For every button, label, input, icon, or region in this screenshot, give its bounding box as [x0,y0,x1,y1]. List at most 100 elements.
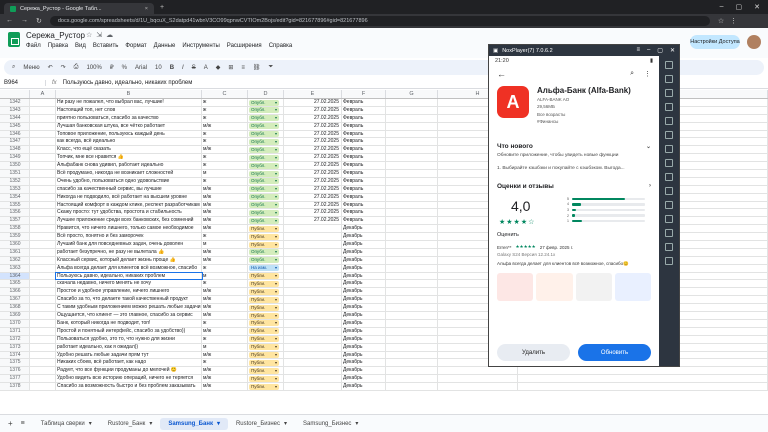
cell[interactable] [386,351,438,359]
borders-icon[interactable]: ⊞ [228,64,233,71]
review-text-cell[interactable]: спасибо за качественный сервис, вы лучши… [56,185,202,193]
month-cell[interactable]: Декабрь [342,225,386,233]
status-chip[interactable]: Опубл. ▾ [249,217,279,224]
review-text-cell[interactable]: Радует, что все функции продуманы до мел… [56,367,202,375]
status-cell[interactable]: Публи. ▾ [248,319,284,327]
cell[interactable] [386,233,438,241]
cell[interactable] [386,241,438,248]
sheet-tab[interactable]: Samsung_Бизнес ▾ [295,418,366,430]
gender-cell[interactable]: м/ж [202,296,248,304]
status-chip[interactable]: Публи. ▾ [249,288,279,295]
bold-icon[interactable]: B [170,65,174,71]
cell[interactable] [30,225,56,233]
row-number[interactable]: 1372 [0,335,30,343]
gender-cell[interactable]: м/ж [202,193,248,201]
move-folder-icon[interactable]: ⇲ [96,31,102,39]
row-number[interactable]: 1355 [0,201,30,209]
row-number[interactable]: 1343 [0,106,30,114]
cell[interactable] [30,241,56,248]
sheet-tab[interactable]: Таблица сверки ▾ [33,418,100,430]
month-cell[interactable]: Февраль [342,114,386,122]
review-text-cell[interactable]: Всё просто, понятно и без заморочек [56,233,202,241]
status-chip[interactable]: Опубл. ▾ [249,257,279,264]
row-number[interactable]: 1344 [0,114,30,122]
status-cell[interactable]: Публи. ▾ [248,241,284,248]
folder-icon[interactable] [665,131,673,139]
review-text-cell[interactable]: скачала недавно, ничего менять не хочу [56,280,202,288]
status-cell[interactable]: Публи. ▾ [248,375,284,383]
cell[interactable] [386,154,438,162]
whats-new-header[interactable]: Что нового ⌄ [489,140,659,152]
cell[interactable] [30,304,56,312]
cell[interactable] [30,248,56,256]
corner-cell[interactable] [0,90,30,98]
gender-cell[interactable]: ж [202,138,248,146]
status-cell[interactable]: Опубл. ▾ [248,122,284,130]
date-cell[interactable] [284,383,342,390]
status-cell[interactable]: Публи. ▾ [248,312,284,319]
column-header[interactable]: F [342,90,386,98]
cell[interactable] [386,114,438,122]
app-category-tag[interactable]: #Финансы [537,119,558,124]
status-cell[interactable]: Публи. ▾ [248,296,284,304]
gender-cell[interactable]: м/ж [202,367,248,375]
status-chip[interactable]: Публи. ▾ [249,383,279,390]
month-cell[interactable]: Декабрь [342,256,386,264]
row-number[interactable]: 1347 [0,138,30,146]
status-chip[interactable]: Публи. ▾ [249,367,279,374]
cell[interactable] [386,122,438,130]
month-cell[interactable]: Декабрь [342,272,386,280]
cell[interactable] [386,217,438,225]
nox-maximize-icon[interactable]: ▢ [657,47,663,54]
cell[interactable] [30,296,56,304]
date-cell[interactable]: 27.02.2025 [284,193,342,201]
status-chip[interactable]: Публи. ▾ [249,352,279,358]
maximize-icon[interactable]: ▢ [736,3,743,11]
date-cell[interactable]: 27.02.2025 [284,122,342,130]
status-chip[interactable]: Опубл. ▾ [249,146,279,153]
status-cell[interactable]: Опубл. ▾ [248,217,284,225]
apk-icon[interactable] [665,117,673,125]
cell[interactable] [30,217,56,225]
star-icon[interactable]: ☆ [86,31,92,39]
url-field[interactable]: docs.google.com/spreadsheets/d/1U_bqcuX_… [49,16,710,26]
status-cell[interactable]: Публи. ▾ [248,367,284,375]
cell[interactable] [386,327,438,335]
align-icon[interactable]: ≡ [241,65,245,71]
menu-dots-icon[interactable]: ⋮ [730,17,737,25]
status-chip[interactable]: Публи. ▾ [249,359,279,366]
nox-minimize-icon[interactable]: – [647,47,650,54]
gender-cell[interactable]: м/ж [202,288,248,296]
column-header[interactable]: G [386,90,438,98]
month-cell[interactable]: Февраль [342,99,386,106]
row-number[interactable]: 1365 [0,280,30,288]
all-sheets-icon[interactable]: ≡ [21,420,33,427]
status-cell[interactable]: Публи. ▾ [248,304,284,312]
status-cell[interactable]: Опубл. ▾ [248,177,284,185]
add-sheet-icon[interactable]: + [0,419,21,428]
status-chip[interactable]: Опубл. ▾ [249,194,279,201]
back-arrow-icon[interactable]: ← [497,69,506,79]
cell[interactable] [386,335,438,343]
cell[interactable] [386,312,438,319]
link-icon[interactable]: ⛓ [253,64,261,71]
more-icon[interactable] [665,201,673,209]
date-cell[interactable]: 27.02.2025 [284,209,342,217]
cell[interactable] [386,375,438,383]
month-cell[interactable]: Декабрь [342,375,386,383]
row-number[interactable]: 1375 [0,359,30,367]
cell[interactable] [386,225,438,233]
cell[interactable] [30,209,56,217]
date-cell[interactable]: 27.02.2025 [284,154,342,162]
screenshot-thumb[interactable] [575,273,612,301]
row-number[interactable]: 1357 [0,217,30,225]
percent-icon[interactable]: % [122,65,127,71]
nox-menu-icon[interactable]: ≡ [636,47,640,54]
review-text-cell[interactable]: Лучший банк для повседневных задач, очен… [56,241,202,248]
row-number[interactable]: 1356 [0,209,30,217]
month-cell[interactable]: Декабрь [342,304,386,312]
zoom-select[interactable]: 100% [86,65,101,71]
gender-cell[interactable]: м/ж [202,327,248,335]
redo-icon[interactable]: ↷ [61,64,66,71]
status-cell[interactable]: Опубл. ▾ [248,185,284,193]
